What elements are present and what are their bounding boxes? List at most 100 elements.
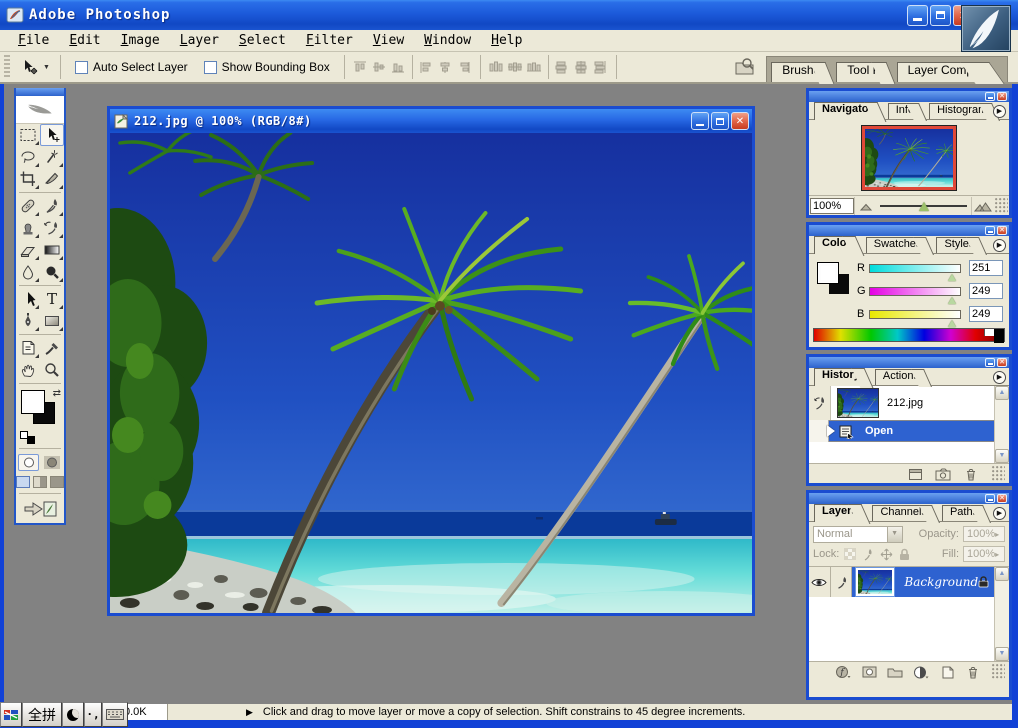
distribute-vertical-centers-button[interactable] [507,59,524,75]
green-slider-thumb[interactable] [948,297,956,304]
panel-minimize-button[interactable] [985,226,995,235]
panel-close-button[interactable]: ✕ [997,358,1007,367]
align-horizontal-centers-button[interactable] [437,59,454,75]
lock-all-button[interactable] [897,548,911,561]
opacity-field[interactable]: 100% ▸ [963,526,1005,542]
tab-navigator[interactable]: Navigator [814,102,875,120]
fullscreen-mode-button[interactable] [50,476,64,488]
menu-select[interactable]: Select [229,31,296,50]
lock-image-button[interactable] [861,548,875,561]
swap-colors-icon[interactable]: ⇄ [53,388,61,399]
fullscreen-with-menu-button[interactable] [33,476,47,488]
scroll-down-button[interactable]: ▼ [995,647,1009,661]
red-value-input[interactable] [969,260,1003,276]
tool-crop[interactable] [16,168,40,190]
new-adjustment-layer-button[interactable] [912,665,930,679]
checkbox-box[interactable] [204,61,217,74]
history-state-slider-column[interactable] [809,420,829,442]
menu-filter[interactable]: Filter [296,31,363,50]
panel-minimize-button[interactable] [985,494,995,503]
navigator-panel-titlebar[interactable]: ✕ [809,91,1009,102]
tool-pen[interactable] [16,310,40,332]
tool-shape-rectangle[interactable] [40,310,64,332]
distribute-horizontal-centers-button[interactable] [573,59,590,75]
menu-image[interactable]: Image [111,31,170,50]
menu-file[interactable]: File [8,31,59,50]
color-panel-titlebar[interactable]: ✕ [809,225,1009,236]
tool-slice[interactable] [40,168,64,190]
doc-minimize-button[interactable] [691,112,709,130]
file-browser-button[interactable] [732,55,758,79]
menu-view[interactable]: View [363,31,414,50]
lock-position-button[interactable] [879,548,893,561]
minimize-button[interactable] [907,5,928,26]
scroll-up-button[interactable]: ▲ [995,567,1009,581]
delete-state-button[interactable] [962,467,980,481]
align-bottom-edges-button[interactable] [390,59,407,75]
standard-mode-button[interactable] [18,454,39,471]
ime-punctuation-toggle[interactable]: ·, [84,702,102,727]
add-layer-mask-button[interactable] [860,665,878,679]
foreground-color-swatch[interactable] [817,262,839,284]
fill-field[interactable]: 100% ▸ [963,546,1005,562]
layer-style-button[interactable]: f [834,665,852,679]
panel-resize-grip[interactable] [992,664,1005,680]
tab-actions[interactable]: Actions [875,369,921,385]
navigator-view-box[interactable] [862,126,956,190]
foreground-color-swatch[interactable] [21,390,45,414]
tab-color[interactable]: Color [814,236,853,254]
panel-close-button[interactable]: ✕ [997,494,1007,503]
ime-mode-button[interactable]: 全拼 [22,702,62,727]
navigator-zoom-input[interactable] [810,198,854,214]
status-menu-arrow-icon[interactable]: ▶ [246,707,253,718]
blue-slider-thumb[interactable] [948,320,956,327]
scroll-down-button[interactable]: ▼ [995,449,1009,463]
tab-styles[interactable]: Styles [936,237,976,253]
menu-help[interactable]: Help [481,31,532,50]
tool-path-selection[interactable] [16,288,40,310]
tool-brush[interactable] [40,195,64,217]
panel-minimize-button[interactable] [985,92,995,101]
tool-eyedropper[interactable] [40,337,64,359]
palette-well-tab-layer-comps[interactable]: Layer Comps [897,62,981,82]
color-spectrum-ramp[interactable] [813,328,1005,342]
checkbox-box[interactable] [75,61,88,74]
panel-close-button[interactable]: ✕ [997,92,1007,101]
align-left-edges-button[interactable] [418,59,435,75]
palette-well-tab-brushes[interactable]: Brushe [771,62,822,82]
ime-fullwidth-toggle[interactable] [62,702,84,727]
tool-magic-wand[interactable] [40,146,64,168]
tab-histogram[interactable]: Histogram [929,103,989,119]
layer-row-background[interactable]: Background [809,567,1009,597]
panel-minimize-button[interactable] [985,358,995,367]
quick-mask-mode-button[interactable] [41,454,62,471]
panel-menu-button[interactable]: ▶ [993,105,1006,118]
tab-info[interactable]: Info [888,103,916,119]
layer-visibility-toggle[interactable] [809,567,831,597]
green-slider[interactable] [869,287,961,296]
tool-clone-stamp[interactable] [16,217,40,239]
panel-menu-button[interactable]: ▶ [993,371,1006,384]
options-grip[interactable] [4,55,10,79]
tab-layers[interactable]: Layers [814,504,859,522]
new-group-button[interactable] [886,665,904,679]
panel-close-button[interactable]: ✕ [997,226,1007,235]
ime-soft-keyboard-button[interactable] [102,702,128,727]
history-state-open[interactable]: Open [809,420,1009,442]
tool-type[interactable]: T [40,288,64,310]
restore-button[interactable] [930,5,951,26]
panel-resize-grip[interactable] [995,198,1008,214]
menu-window[interactable]: Window [414,31,481,50]
tool-gradient[interactable] [40,239,64,261]
tool-move[interactable] [40,124,64,146]
new-snapshot-button[interactable] [934,467,952,481]
panel-resize-grip[interactable] [992,466,1005,482]
zoom-out-button[interactable] [854,197,876,215]
blue-value-input[interactable] [969,306,1003,322]
new-layer-button[interactable] [938,665,956,679]
red-slider-thumb[interactable] [948,274,956,281]
blue-slider[interactable] [869,310,961,319]
default-colors-icon[interactable] [20,431,35,444]
navigator-zoom-slider[interactable] [876,197,971,215]
black-swatch[interactable] [994,329,1004,343]
